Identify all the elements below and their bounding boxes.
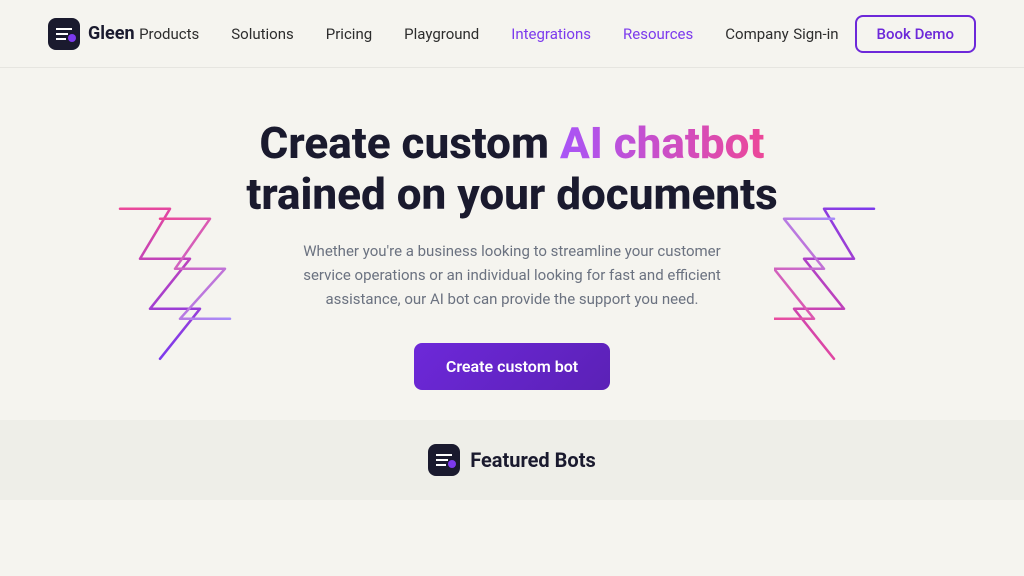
deco-left-icon [60, 189, 260, 373]
deco-right-icon [774, 189, 974, 373]
hero-title: Create custom AI chatbot trained on your… [246, 118, 777, 219]
bottom-section: Featured Bots [0, 420, 1024, 500]
nav-item-company[interactable]: Company [725, 24, 788, 43]
nav-item-integrations[interactable]: Integrations [511, 24, 591, 43]
logo-text: Gleen [88, 23, 135, 44]
hero-section: Create custom AI chatbot trained on your… [0, 68, 1024, 420]
featured-bots-text: Featured Bots [470, 448, 596, 472]
hero-title-part1: Create custom [260, 117, 560, 169]
hero-title-part2: trained on your documents [246, 168, 777, 220]
signin-button[interactable]: Sign-in [793, 25, 838, 43]
hero-title-highlight: AI chatbot [560, 117, 765, 169]
featured-bots-icon [428, 444, 460, 476]
book-demo-button[interactable]: Book Demo [855, 15, 976, 53]
nav-item-solutions[interactable]: Solutions [231, 24, 294, 43]
nav-actions: Sign-in Book Demo [793, 15, 976, 53]
hero-subtitle: Whether you're a business looking to str… [292, 239, 732, 311]
navbar: Gleen Products Solutions Pricing Playgro… [0, 0, 1024, 68]
nav-item-pricing[interactable]: Pricing [326, 24, 372, 43]
nav-links: Products Solutions Pricing Playground In… [139, 24, 789, 43]
create-bot-button[interactable]: Create custom bot [414, 343, 610, 390]
featured-bots-label: Featured Bots [428, 444, 596, 476]
nav-item-playground[interactable]: Playground [404, 24, 479, 43]
nav-item-resources[interactable]: Resources [623, 24, 693, 43]
nav-item-products[interactable]: Products [139, 24, 199, 43]
logo-icon [48, 18, 80, 50]
logo[interactable]: Gleen [48, 18, 135, 50]
